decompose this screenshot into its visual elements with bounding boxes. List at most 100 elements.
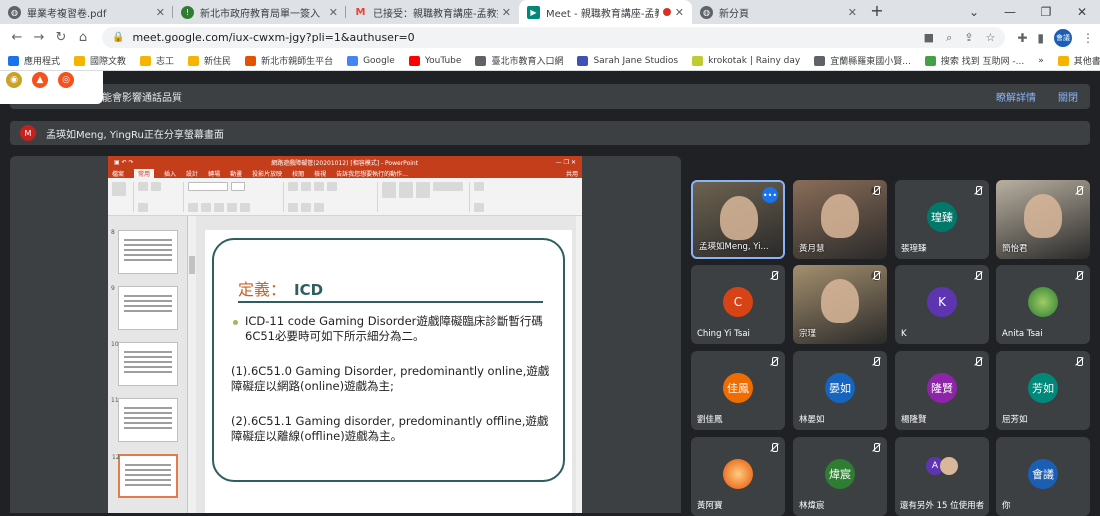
bookmark-item[interactable]: krokotak | Rainy day	[692, 55, 800, 66]
participant-tile[interactable]: Anita Tsai	[996, 265, 1090, 344]
participant-avatar: 芳如	[1028, 372, 1058, 403]
other-bookmarks[interactable]: 其他書籤	[1057, 54, 1100, 67]
close-window-button[interactable]: ✕	[1064, 0, 1100, 24]
share-icon[interactable]: ⇪	[964, 31, 973, 45]
participant-tile[interactable]: ••• 孟瑛如Meng, Yi...	[691, 180, 785, 259]
participant-tile[interactable]: 芳如 屈芳如	[996, 351, 1090, 430]
ppt-menu-item[interactable]: 插入	[164, 169, 176, 178]
ppt-menu-item[interactable]: 檔案	[112, 169, 124, 178]
camera-icon[interactable]: ■	[924, 31, 934, 45]
slide-thumbnail[interactable]: 8	[111, 229, 178, 274]
close-icon[interactable]: ✕	[675, 6, 684, 19]
participant-avatar	[1028, 286, 1058, 317]
participant-name: 還有另外 15 位使用者	[899, 501, 985, 511]
slide-thumbnail[interactable]: 11	[111, 397, 178, 442]
bookmark-item[interactable]: 國際文教	[74, 54, 126, 67]
participant-tile[interactable]: 簡怡君	[996, 180, 1090, 259]
bookmark-item[interactable]: 應用程式	[8, 54, 60, 67]
bookmark-item[interactable]: 宜蘭縣羅東國小賢...	[814, 54, 911, 67]
participant-tile[interactable]: 黃阿寶	[691, 437, 785, 516]
minimize-button[interactable]: —	[992, 0, 1028, 24]
bookmark-item[interactable]: Google	[347, 55, 395, 66]
warning-icon[interactable]: ▲	[32, 72, 48, 88]
tab-gmail[interactable]: M 已接受：親職教育講座-孟教授 ✕	[346, 0, 519, 24]
ppt-menu-item[interactable]: 設計	[186, 169, 198, 178]
close-icon[interactable]: ✕	[329, 6, 338, 19]
ppt-menu-item[interactable]: 常用	[134, 168, 155, 178]
address-bar[interactable]: 🔒 meet.google.com/iux-cwxm-jgy?pli=1&aut…	[102, 27, 1006, 48]
participant-tile[interactable]: 煒宸 林煒宸	[793, 437, 887, 516]
alert-icon[interactable]: ◎	[58, 72, 74, 88]
bookmark-star-icon[interactable]: ☆	[985, 31, 995, 45]
presenter-avatar: M	[20, 125, 36, 141]
mic-off-icon	[769, 357, 779, 367]
ppt-share-button[interactable]: 共用	[566, 169, 578, 178]
participant-tile[interactable]: 瑝臻 張瑝臻	[895, 180, 989, 259]
zoom-icon[interactable]: ⌕	[946, 31, 952, 45]
close-icon[interactable]: ✕	[848, 6, 857, 19]
ppt-menu-item[interactable]: 告訴我您想要執行的動作...	[336, 169, 408, 178]
restore-button[interactable]: ❐	[1028, 0, 1064, 24]
slide-thumbnail-selected[interactable]: 12	[112, 454, 178, 498]
ppt-menu-item[interactable]: 轉場	[208, 169, 220, 178]
ppt-menu-item[interactable]: 動畫	[230, 169, 242, 178]
bookmark-item[interactable]: 臺北市教育入口網	[475, 54, 563, 67]
bookmark-item[interactable]: 搜索 找到 互助网 -...	[924, 54, 1024, 67]
participant-tile[interactable]: A 還有另外 15 位使用者	[895, 437, 989, 516]
slide-title: 定義： ICD	[238, 280, 324, 299]
home-icon[interactable]: ⌂	[72, 30, 94, 45]
bookmarks-bar: 應用程式 國際文教 志工 新住民 新北市親師生平台 Google YouTube 臺北市教育入…	[0, 51, 1100, 71]
bookmark-label: Google	[363, 55, 395, 66]
tab-meet[interactable]: ▶ Meet - 親職教育講座-孟教授 ✕	[519, 0, 692, 24]
side-panel-icon[interactable]: ▮	[1037, 31, 1044, 45]
reload-icon[interactable]: ↻	[50, 30, 72, 45]
tab-search-icon[interactable]: ⌄	[956, 0, 992, 24]
participant-tile[interactable]: KK	[895, 265, 989, 344]
bookmark-icon	[408, 55, 420, 66]
menu-icon[interactable]: ⋮	[1082, 31, 1094, 45]
ppt-menu-item[interactable]: 檢視	[314, 169, 326, 178]
lock-icon[interactable]: 🔒	[112, 32, 124, 43]
folder-icon	[1057, 55, 1069, 66]
close-icon[interactable]: ✕	[502, 6, 511, 19]
bookmark-item[interactable]: 新北市親師生平台	[245, 54, 333, 67]
new-tab-button[interactable]: +	[865, 0, 889, 24]
profile-avatar[interactable]: 會議	[1054, 28, 1072, 47]
participant-tile[interactable]: 晏如 林晏如	[793, 351, 887, 430]
bookmark-item[interactable]: 新住民	[188, 54, 231, 67]
participant-name: 林煒宸	[799, 501, 825, 511]
tab-new[interactable]: ◍ 新分頁 ✕	[692, 0, 865, 24]
forward-icon[interactable]: →	[28, 30, 50, 45]
extensions-icon[interactable]: ✚	[1017, 31, 1027, 45]
bookmark-item[interactable]: 志工	[140, 54, 174, 67]
ppt-menu-item[interactable]: 投影片放映	[252, 169, 282, 178]
mic-off-icon	[973, 271, 983, 281]
participant-tile[interactable]: 會議你	[996, 437, 1090, 516]
slide-scrollbar[interactable]	[576, 216, 582, 513]
mic-off-icon	[769, 271, 779, 281]
participant-tile[interactable]: 佳鳳 劉佳鳳	[691, 351, 785, 430]
ppt-menu-item[interactable]: 校閱	[292, 169, 304, 178]
more-bookmarks-button[interactable]: »	[1038, 56, 1044, 66]
ntpc-icon: !	[181, 5, 194, 19]
back-icon[interactable]: ←	[6, 30, 28, 45]
slide-thumbnails: 8 9 10 11 12	[108, 216, 188, 513]
participant-tile[interactable]: 隆賢 楊隆賢	[895, 351, 989, 430]
hamster-icon[interactable]: ◉	[6, 72, 22, 88]
bookmark-item[interactable]: Sarah Jane Studios	[577, 55, 678, 66]
tab-pdf[interactable]: ◍ 畢業考複習卷.pdf ✕	[0, 0, 173, 24]
mic-off-icon	[1074, 271, 1084, 281]
dismiss-link[interactable]: 關閉	[1058, 89, 1078, 104]
slide-thumbnail[interactable]: 10	[111, 341, 178, 386]
mic-off-icon	[973, 357, 983, 367]
participant-tile[interactable]: 宗瑾	[793, 265, 887, 344]
learn-more-link[interactable]: 瞭解詳情	[996, 89, 1036, 104]
close-icon[interactable]: ✕	[156, 6, 165, 19]
tab-ntpc[interactable]: ! 新北市政府教育局單一簽入 ✕	[173, 0, 346, 24]
thumbnail-scrollbar[interactable]	[188, 216, 196, 513]
bookmark-item[interactable]: YouTube	[408, 55, 461, 66]
slide-thumbnail[interactable]: 9	[111, 285, 178, 330]
speaking-indicator-icon[interactable]: •••	[762, 187, 778, 203]
participant-tile[interactable]: 黃月慧	[793, 180, 887, 259]
participant-tile[interactable]: C Ching Yi Tsai	[691, 265, 785, 344]
